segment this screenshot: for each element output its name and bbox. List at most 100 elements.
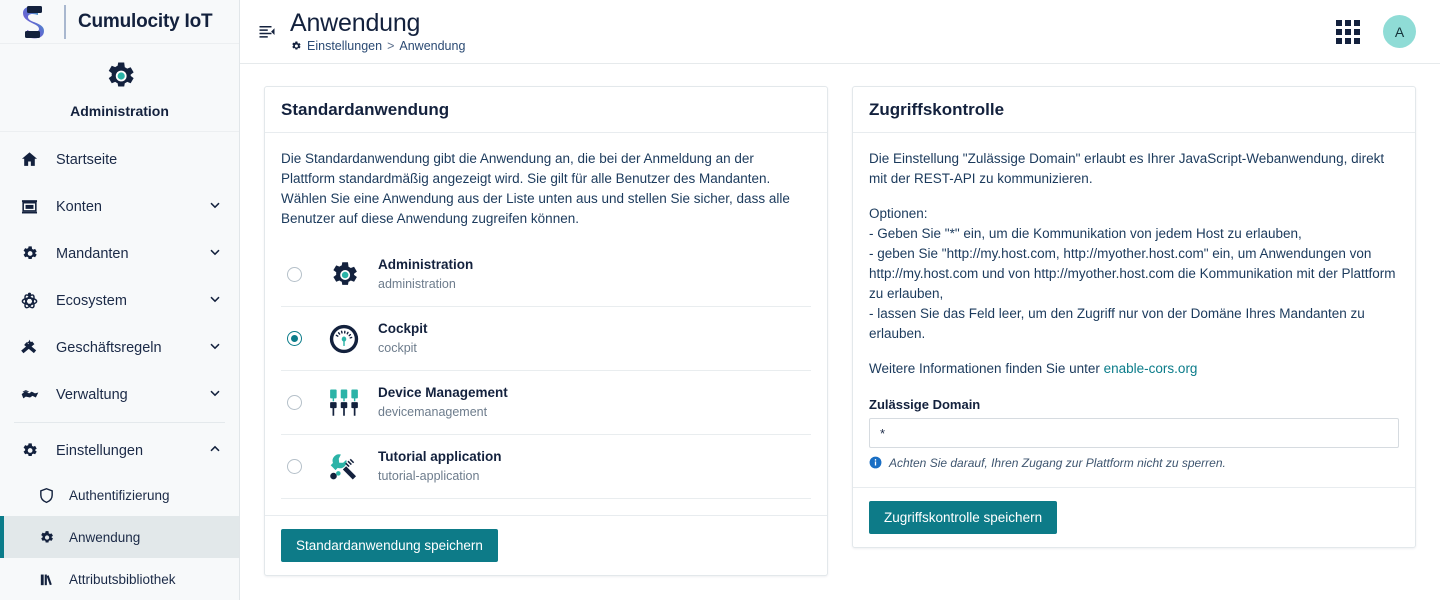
gear-icon <box>290 40 302 52</box>
chevron-down-icon <box>209 246 221 261</box>
default-application-card: Standardanwendung Die Standardanwendung … <box>264 86 828 576</box>
sidebar-sub-label: Authentifizierung <box>69 487 170 503</box>
gear-icon <box>38 529 60 546</box>
radio-administration[interactable] <box>287 267 302 282</box>
sidebar-item-verwaltung[interactable]: Verwaltung <box>0 371 239 418</box>
content-area: Standardanwendung Die Standardanwendung … <box>240 64 1440 600</box>
save-access-control-button[interactable]: Zugriffskontrolle speichern <box>869 501 1058 534</box>
brand-header[interactable]: Cumulocity IoT <box>0 0 239 44</box>
page-title: Anwendung <box>290 9 421 37</box>
gear-icon <box>20 441 46 460</box>
gear-icon <box>20 244 46 263</box>
option-3: - lassen Sie das Feld leer, um den Zugri… <box>869 306 1365 341</box>
sidebar: Cumulocity IoT Administration Startseite <box>0 0 240 600</box>
title-block: Anwendung Einstellungen > Anwendung <box>290 9 1335 54</box>
sidebar-item-anwendung[interactable]: Anwendung <box>0 516 239 558</box>
wrench-tools-icon <box>323 450 365 484</box>
application-name: Device Management <box>378 385 508 400</box>
brand-divider <box>64 4 66 39</box>
description-text: Die Standardanwendung gibt die Anwendung… <box>281 151 790 226</box>
radio-tutorial-application[interactable] <box>287 459 302 474</box>
option-2: - geben Sie "http://my.host.com, http://… <box>869 246 1396 301</box>
sidebar-sub-label: Attributsbibliothek <box>69 571 176 587</box>
gear-icon <box>0 58 239 97</box>
enable-cors-link[interactable]: enable-cors.org <box>1104 361 1198 376</box>
radio-devicemanagement[interactable] <box>287 395 302 410</box>
application-meta: Device Management devicemanagement <box>378 384 508 421</box>
application-row-tutorial-application[interactable]: Tutorial application tutorial-applicatio… <box>281 435 811 499</box>
card-description: Die Einstellung "Zulässige Domain" erlau… <box>869 149 1399 379</box>
chevron-down-icon <box>209 293 221 308</box>
more-info-line: Weitere Informationen finden Sie unter e… <box>869 359 1399 379</box>
sidebar-label: Ecosystem <box>56 292 127 309</box>
application-meta: Administration administration <box>378 256 473 293</box>
application-root: Cumulocity IoT Administration Startseite <box>0 0 1440 600</box>
sidebar-item-authentifizierung[interactable]: Authentifizierung <box>0 474 239 516</box>
accounts-icon <box>20 197 46 216</box>
access-control-card: Zugriffskontrolle Die Einstellung "Zuläs… <box>852 86 1416 548</box>
application-row-administration[interactable]: Administration administration <box>281 243 811 307</box>
domain-field-label: Zulässige Domain <box>869 397 981 412</box>
application-context: devicemanagement <box>378 405 488 419</box>
sidebar-nav: Startseite Konten Mandanten Ecosystem Ge… <box>0 132 239 600</box>
options-block: Optionen: - Geben Sie "*" ein, um die Ko… <box>869 204 1399 344</box>
options-heading: Optionen: <box>869 206 928 221</box>
sidebar-item-attributsbibliothek[interactable]: Attributsbibliothek <box>0 558 239 600</box>
home-icon <box>20 150 46 169</box>
domain-input[interactable] <box>869 418 1399 448</box>
application-meta: Tutorial application tutorial-applicatio… <box>378 448 502 485</box>
nav-divider <box>14 422 225 423</box>
sidebar-item-startseite[interactable]: Startseite <box>0 136 239 183</box>
top-bar-actions: A <box>1335 15 1416 48</box>
shield-icon <box>38 487 60 504</box>
card-title: Standardanwendung <box>281 100 450 119</box>
save-default-application-button[interactable]: Standardanwendung speichern <box>281 529 498 562</box>
option-1: - Geben Sie "*" ein, um die Kommunikatio… <box>869 226 1302 241</box>
sidebar-item-einstellungen[interactable]: Einstellungen <box>0 427 239 474</box>
radio-cockpit[interactable] <box>287 331 302 346</box>
ecosystem-atom-icon <box>20 291 46 310</box>
left-column: Standardanwendung Die Standardanwendung … <box>264 86 828 576</box>
application-row-devicemanagement[interactable]: Device Management devicemanagement <box>281 371 811 435</box>
more-info-prefix: Weitere Informationen finden Sie unter <box>869 361 1104 376</box>
handshake-icon <box>20 385 46 405</box>
card-footer: Zugriffskontrolle speichern <box>853 487 1415 547</box>
breadcrumb-separator: > <box>387 39 395 53</box>
chevron-down-icon <box>209 340 221 355</box>
sidebar-label: Konten <box>56 198 102 215</box>
card-body: Die Einstellung "Zulässige Domain" erlau… <box>853 133 1415 487</box>
main-area: Anwendung Einstellungen > Anwendung A St… <box>240 0 1440 600</box>
sidebar-item-mandanten[interactable]: Mandanten <box>0 230 239 277</box>
right-column: Zugriffskontrolle Die Einstellung "Zuläs… <box>852 86 1416 548</box>
card-header: Standardanwendung <box>265 87 827 133</box>
card-description: Die Standardanwendung gibt die Anwendung… <box>281 149 811 229</box>
application-meta: Cockpit cockpit <box>378 320 428 357</box>
chevron-up-icon <box>209 443 221 458</box>
gear-icon <box>323 258 365 292</box>
chevron-down-icon <box>209 199 221 214</box>
sidebar-item-ecosystem[interactable]: Ecosystem <box>0 277 239 324</box>
sidebar-sub-label: Anwendung <box>69 529 141 545</box>
sidebar-item-geschaeftsregeln[interactable]: Geschäftsregeln <box>0 324 239 371</box>
info-icon <box>869 456 882 469</box>
breadcrumb-parent[interactable]: Einstellungen <box>307 39 382 53</box>
top-bar: Anwendung Einstellungen > Anwendung A <box>240 0 1440 64</box>
avatar[interactable]: A <box>1383 15 1416 48</box>
gauge-icon <box>323 322 365 356</box>
application-name: Cockpit <box>378 321 428 336</box>
software-ag-s-logo-icon <box>16 3 52 41</box>
collapse-menu-icon[interactable] <box>254 23 280 41</box>
grid-apps-icon[interactable] <box>1335 19 1361 45</box>
paragraph-1: Die Einstellung "Zulässige Domain" erlau… <box>869 151 1385 186</box>
application-row-cockpit[interactable]: Cockpit cockpit <box>281 307 811 371</box>
app-context-block[interactable]: Administration <box>0 44 239 132</box>
business-rules-icon <box>20 338 46 357</box>
card-header: Zugriffskontrolle <box>853 87 1415 133</box>
sidebar-item-konten[interactable]: Konten <box>0 183 239 230</box>
application-context: tutorial-application <box>378 469 480 483</box>
brand-name: Cumulocity IoT <box>78 10 213 32</box>
card-body: Die Standardanwendung gibt die Anwendung… <box>265 133 827 515</box>
breadcrumb: Einstellungen > Anwendung <box>290 39 1335 53</box>
chevron-down-icon <box>209 387 221 402</box>
domain-hint-text: Achten Sie darauf, Ihren Zugang zur Plat… <box>889 456 1226 470</box>
